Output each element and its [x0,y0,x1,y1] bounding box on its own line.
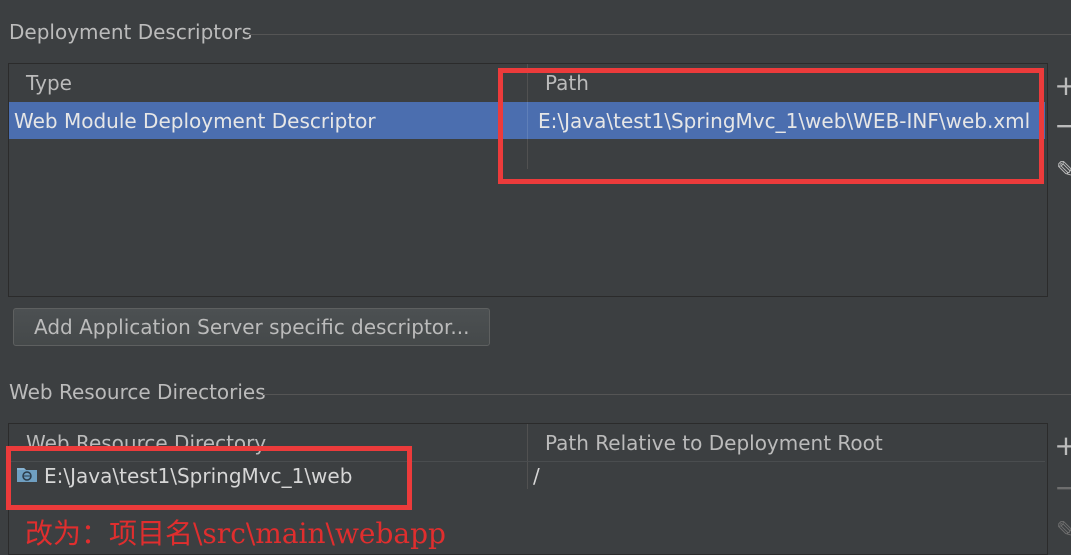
descriptor-type-cell[interactable]: Web Module Deployment Descriptor [14,109,376,133]
edit-resource-button[interactable]: ✎ [1051,516,1071,544]
deployment-descriptors-title: Deployment Descriptors [9,20,253,44]
section-separator [263,394,1071,395]
web-resource-directories-title: Web Resource Directories [9,380,266,404]
relative-path-cell[interactable]: / [533,464,540,488]
edit-descriptor-button[interactable]: ✎ [1051,156,1071,184]
add-server-descriptor-button[interactable]: Add Application Server specific descript… [13,308,491,346]
section-separator [248,34,1071,35]
column-header-type[interactable]: Type [26,71,72,95]
path-highlight-box [498,68,1044,184]
directory-highlight-box [6,446,412,510]
column-divider [527,424,528,489]
remove-descriptor-button[interactable]: − [1051,112,1071,140]
add-resource-button[interactable]: + [1051,432,1071,460]
annotation-note: 改为：项目名\src\main\webapp [25,517,446,550]
column-header-relative-path[interactable]: Path Relative to Deployment Root [545,431,883,455]
remove-resource-button[interactable]: − [1051,474,1071,502]
add-descriptor-button[interactable]: + [1051,72,1071,100]
